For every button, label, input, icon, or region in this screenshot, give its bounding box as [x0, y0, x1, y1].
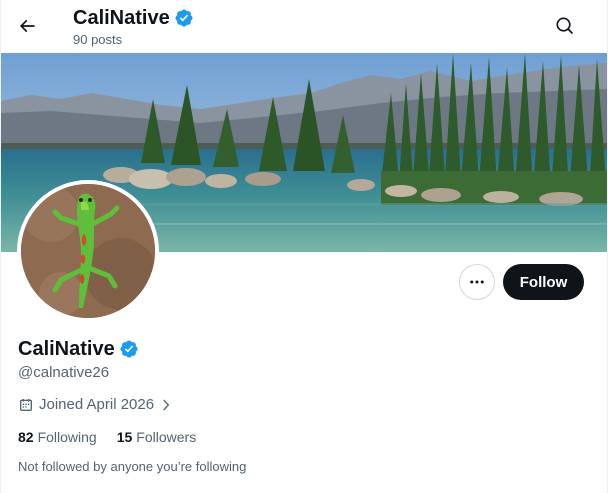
- search-button[interactable]: [547, 8, 583, 44]
- chevron-right-icon: [163, 399, 170, 410]
- joined-date-text: Joined April 2026: [39, 396, 155, 413]
- header-name-row: CaliNative: [73, 6, 194, 30]
- following-count: 82: [18, 429, 34, 445]
- search-icon: [556, 17, 574, 35]
- profile-page: CaliNative 90 posts Follow CaliNative @c…: [0, 0, 608, 493]
- profile-display-name: CaliNative: [18, 338, 115, 360]
- posts-count: 90 posts: [73, 32, 123, 47]
- following-link[interactable]: 82 Following: [18, 429, 97, 445]
- verified-badge-icon[interactable]: [119, 339, 139, 359]
- verified-badge-icon: [175, 9, 193, 27]
- profile-avatar[interactable]: [17, 180, 159, 322]
- back-button[interactable]: [9, 8, 45, 44]
- header-display-name: CaliNative: [73, 7, 170, 29]
- profile-handle: @calnative26: [18, 364, 110, 381]
- followers-count: 15: [116, 429, 133, 445]
- top-header: CaliNative 90 posts: [1, 0, 607, 53]
- header-title-block: CaliNative 90 posts: [73, 6, 194, 48]
- gecko-avatar: [21, 184, 155, 318]
- more-options-button[interactable]: [459, 264, 495, 300]
- following-label: Following: [37, 429, 97, 445]
- more-horizontal-icon: [470, 280, 484, 284]
- arrow-left-icon: [19, 19, 35, 33]
- not-followed-notice: Not followed by anyone you’re following: [18, 459, 247, 474]
- joined-date-row[interactable]: Joined April 2026: [18, 396, 173, 413]
- calendar-icon: [20, 398, 32, 411]
- followers-link[interactable]: 15 Followers: [117, 429, 196, 445]
- follow-button[interactable]: Follow: [503, 264, 584, 300]
- follow-stats: 82 Following 15 Followers: [18, 429, 196, 445]
- profile-name-row: CaliNative: [18, 337, 139, 361]
- followers-label: Followers: [136, 429, 197, 445]
